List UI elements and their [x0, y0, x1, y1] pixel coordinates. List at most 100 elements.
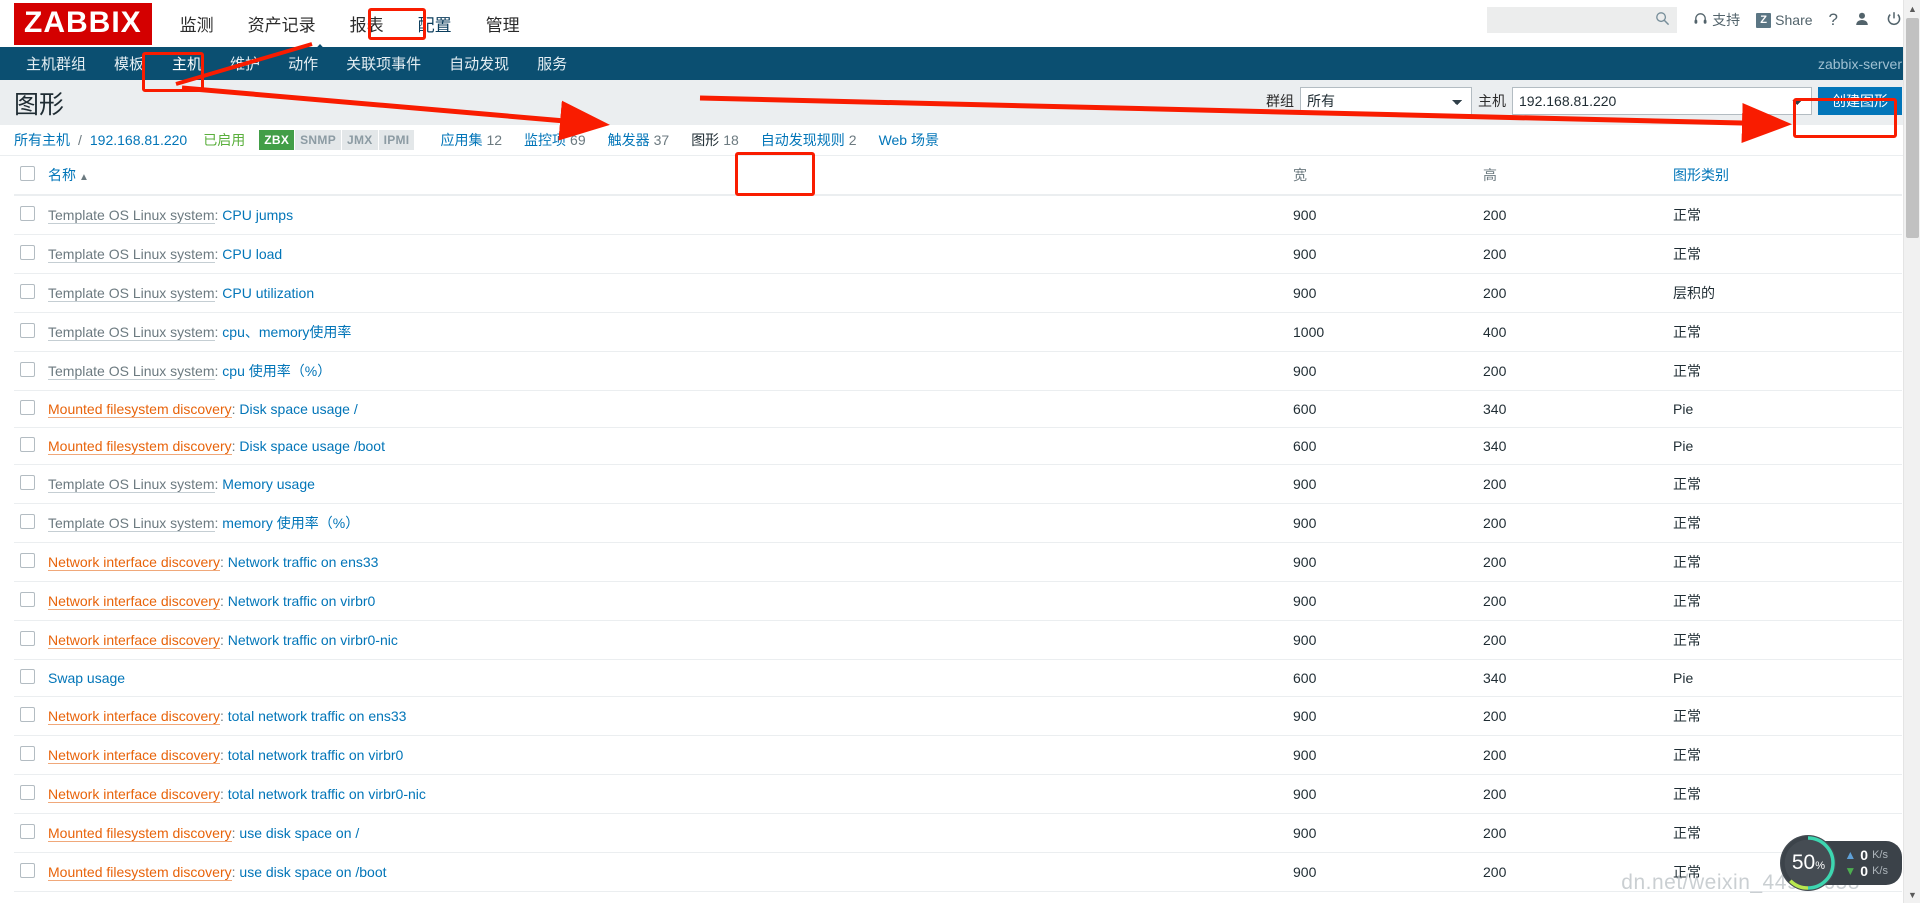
template-link[interactable]: Template OS Linux system: [48, 285, 215, 302]
search-input[interactable]: [1487, 8, 1648, 32]
graph-link[interactable]: Disk space usage /boot: [239, 438, 385, 454]
discovery-rule-link[interactable]: Mounted filesystem discovery: [48, 438, 232, 455]
sort-by-type-link[interactable]: 图形类别: [1673, 167, 1729, 183]
row-checkbox[interactable]: [20, 284, 35, 299]
graph-height-cell: 200: [1477, 234, 1667, 274]
graph-link[interactable]: cpu、memory使用率: [222, 324, 351, 340]
scrollbar-down-arrow[interactable]: ▼: [1904, 886, 1920, 903]
subnav-item-correlation[interactable]: 关联项事件: [332, 47, 435, 80]
cpu-gauge-ring: [1781, 836, 1836, 890]
row-checkbox[interactable]: [20, 707, 35, 722]
nav-item-administration[interactable]: 管理: [484, 8, 522, 39]
discovery-rule-link[interactable]: Network interface discovery: [48, 747, 220, 764]
template-link[interactable]: Template OS Linux system: [48, 515, 215, 532]
tab-triggers[interactable]: 触发器 37: [597, 126, 681, 154]
page-scrollbar[interactable]: ▲ ▼: [1903, 0, 1920, 903]
help-link[interactable]: ?: [1829, 10, 1838, 30]
create-graph-button[interactable]: 创建图形: [1818, 87, 1902, 115]
subnav-item-services[interactable]: 服务: [523, 47, 581, 80]
nav-item-reports[interactable]: 报表: [348, 8, 386, 39]
row-checkbox[interactable]: [20, 824, 35, 839]
row-checkbox[interactable]: [20, 553, 35, 568]
tab-web-scenarios[interactable]: Web 场景: [868, 126, 950, 154]
share-link[interactable]: Z Share: [1756, 12, 1813, 28]
graph-link[interactable]: total network traffic on virbr0-nic: [228, 786, 426, 802]
nav-item-monitoring[interactable]: 监测: [178, 8, 216, 39]
tab-items[interactable]: 监控项 69: [513, 126, 597, 154]
user-settings-link[interactable]: [1854, 11, 1870, 30]
row-checkbox[interactable]: [20, 514, 35, 529]
discovery-rule-link[interactable]: Network interface discovery: [48, 593, 220, 610]
subnav-item-templates[interactable]: 模板: [100, 47, 158, 80]
row-checkbox[interactable]: [20, 669, 35, 684]
row-checkbox[interactable]: [20, 362, 35, 377]
global-search[interactable]: [1487, 7, 1678, 33]
nav-item-configuration[interactable]: 配置: [416, 8, 454, 39]
row-checkbox[interactable]: [20, 437, 35, 452]
template-link[interactable]: Template OS Linux system: [48, 246, 215, 263]
nav-item-inventory[interactable]: 资产记录: [246, 8, 318, 39]
breadcrumb-all-hosts[interactable]: 所有主机: [14, 130, 70, 150]
group-filter-select[interactable]: 所有: [1300, 87, 1472, 115]
discovery-rule-link[interactable]: Mounted filesystem discovery: [48, 401, 232, 418]
breadcrumb-host[interactable]: 192.168.81.220: [90, 132, 187, 148]
graph-link[interactable]: Swap usage: [48, 670, 125, 686]
row-checkbox[interactable]: [20, 592, 35, 607]
template-link[interactable]: Template OS Linux system: [48, 476, 215, 493]
discovery-rule-link[interactable]: Network interface discovery: [48, 786, 220, 803]
graph-link[interactable]: total network traffic on ens33: [228, 708, 407, 724]
subnav-item-discovery[interactable]: 自动发现: [435, 47, 523, 80]
scrollbar-thumb[interactable]: [1906, 18, 1919, 238]
template-link[interactable]: Template OS Linux system: [48, 363, 215, 380]
logout-link[interactable]: [1886, 11, 1902, 30]
template-link[interactable]: Template OS Linux system: [48, 324, 215, 341]
tab-applications[interactable]: 应用集 12: [429, 126, 513, 154]
zabbix-logo[interactable]: ZABBIX: [14, 2, 152, 45]
discovery-rule-link[interactable]: Mounted filesystem discovery: [48, 864, 232, 881]
row-checkbox[interactable]: [20, 400, 35, 415]
subnav-item-host-groups[interactable]: 主机群组: [12, 47, 100, 80]
graph-link[interactable]: cpu 使用率（%）: [222, 363, 331, 379]
row-checkbox[interactable]: [20, 631, 35, 646]
template-link[interactable]: Template OS Linux system: [48, 207, 215, 224]
row-checkbox[interactable]: [20, 863, 35, 878]
graph-link[interactable]: Network traffic on ens33: [228, 554, 379, 570]
subnav-item-hosts[interactable]: 主机: [158, 47, 216, 80]
graph-link[interactable]: CPU jumps: [222, 207, 293, 223]
row-checkbox[interactable]: [20, 475, 35, 490]
tab-graphs[interactable]: 图形 18: [680, 126, 750, 154]
row-checkbox[interactable]: [20, 245, 35, 260]
row-checkbox[interactable]: [20, 785, 35, 800]
graph-type-cell: 正常: [1667, 503, 1902, 543]
graph-link[interactable]: Memory usage: [222, 476, 315, 492]
tab-discovery-rules[interactable]: 自动发现规则 2: [750, 126, 868, 154]
top-header: ZABBIX 监测 资产记录 报表 配置 管理 支持 Z Share ?: [0, 0, 1920, 47]
graph-link[interactable]: Disk space usage /: [239, 401, 357, 417]
floating-system-monitor[interactable]: 50% ▲ 0 K/s ▼ 0 K/s: [1780, 835, 1902, 891]
graph-link[interactable]: memory 使用率（%）: [222, 515, 359, 531]
subnav-item-maintenance[interactable]: 维护: [216, 47, 274, 80]
graph-link[interactable]: CPU load: [222, 246, 282, 262]
discovery-rule-link[interactable]: Network interface discovery: [48, 554, 220, 571]
graph-link[interactable]: use disk space on /boot: [239, 864, 386, 880]
support-link[interactable]: 支持: [1693, 10, 1740, 30]
row-checkbox[interactable]: [20, 323, 35, 338]
subnav-item-actions[interactable]: 动作: [274, 47, 332, 80]
select-all-checkbox[interactable]: [20, 166, 35, 181]
graph-link[interactable]: Network traffic on virbr0-nic: [228, 632, 398, 648]
graph-link[interactable]: total network traffic on virbr0: [228, 747, 404, 763]
graph-link[interactable]: use disk space on /: [239, 825, 359, 841]
upload-rate-unit: K/s: [1872, 849, 1888, 861]
row-checkbox[interactable]: [20, 206, 35, 221]
discovery-rule-link[interactable]: Mounted filesystem discovery: [48, 825, 232, 842]
host-filter-select[interactable]: 192.168.81.220: [1512, 87, 1812, 115]
sort-by-name-link[interactable]: 名称: [48, 167, 76, 183]
search-icon[interactable]: [1655, 11, 1670, 31]
scrollbar-up-arrow[interactable]: ▲: [1904, 0, 1920, 17]
discovery-rule-link[interactable]: Network interface discovery: [48, 708, 220, 725]
graph-link[interactable]: Network traffic on virbr0: [228, 593, 376, 609]
graph-type-cell: 正常: [1667, 195, 1902, 235]
discovery-rule-link[interactable]: Network interface discovery: [48, 632, 220, 649]
row-checkbox[interactable]: [20, 746, 35, 761]
graph-link[interactable]: CPU utilization: [222, 285, 314, 301]
